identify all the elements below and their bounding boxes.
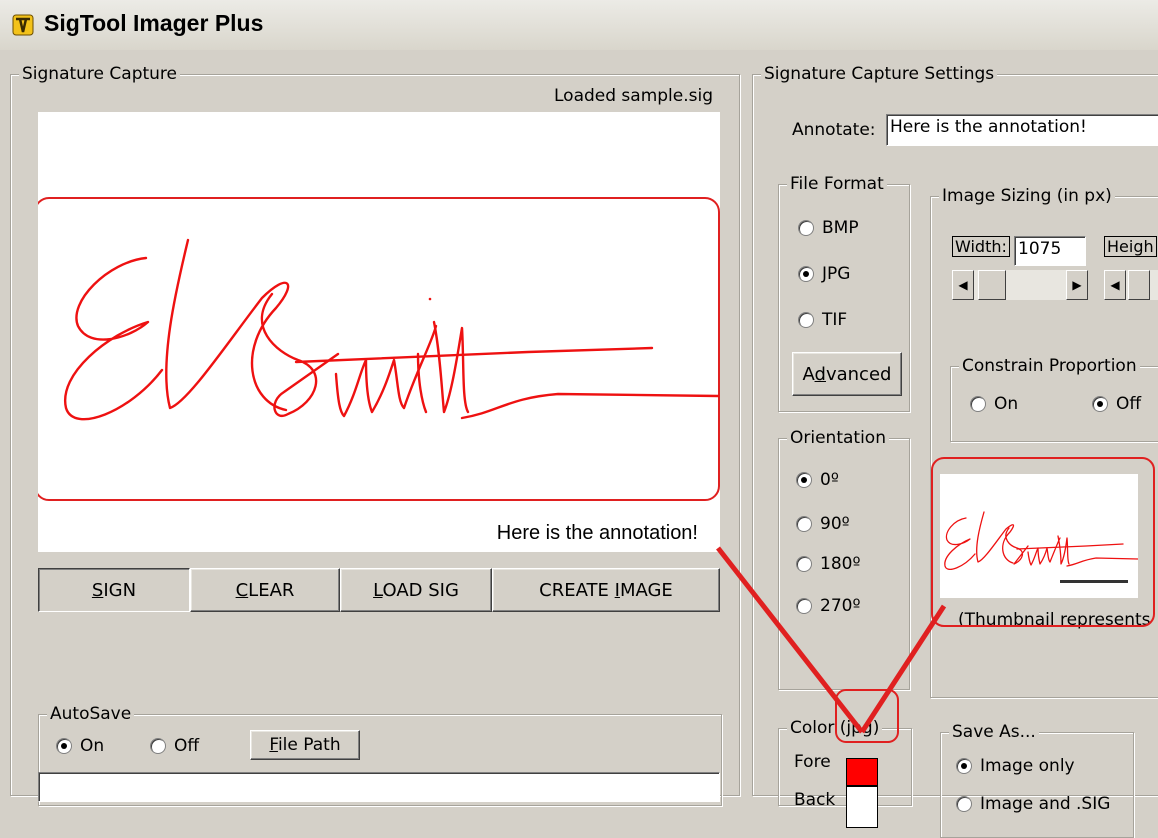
orientation-legend: Orientation	[787, 427, 889, 449]
format-bmp-label: BMP	[822, 218, 859, 238]
save-image-only-label: Image only	[980, 756, 1075, 776]
height-label: Heigh	[1104, 236, 1157, 257]
file-path-button[interactable]: File Path	[250, 730, 360, 760]
annotate-input[interactable]: Here is the annotation!	[886, 114, 1158, 146]
back-label: Back	[794, 790, 836, 810]
radio-dot-icon	[56, 738, 72, 754]
orientation-270-radio[interactable]: 270º	[796, 596, 860, 616]
autosave-on-radio[interactable]: On	[56, 736, 104, 756]
fore-color-swatch[interactable]	[846, 758, 878, 786]
clear-button[interactable]: CLEAR	[190, 568, 340, 612]
radio-dot-icon	[798, 266, 814, 282]
signature-capture-legend: Signature Capture	[19, 63, 181, 85]
load-sig-button[interactable]: LOAD SIG	[340, 568, 492, 612]
save-as-legend: Save As...	[949, 721, 1039, 743]
constrain-off-radio[interactable]: Off	[1092, 394, 1141, 414]
radio-dot-icon	[970, 396, 986, 412]
back-color-swatch[interactable]	[846, 786, 878, 828]
slider-right-arrow-icon[interactable]: ▶	[1066, 270, 1088, 300]
constrain-legend: Constrain Proportion	[959, 355, 1140, 377]
orientation-90-label: 90º	[820, 514, 850, 534]
file-path-button-label: File Path	[269, 735, 341, 755]
file-format-legend: File Format	[787, 173, 887, 195]
slider-left-arrow-icon[interactable]: ◀	[952, 270, 974, 300]
annotation-text: Here is the annotation!	[496, 522, 698, 544]
thumbnail-caption: (Thumbnail represents	[958, 610, 1151, 630]
constrain-off-label: Off	[1116, 394, 1142, 414]
slider-left-arrow-icon[interactable]: ◀	[1104, 270, 1126, 300]
window-title: SigTool Imager Plus	[44, 10, 264, 36]
radio-dot-icon	[956, 758, 972, 774]
clear-button-label: CLEAR	[235, 579, 295, 601]
settings-legend: Signature Capture Settings	[761, 63, 998, 85]
advanced-button-label: Advanced	[802, 363, 892, 385]
create-image-button[interactable]: CREATE IMAGE	[492, 568, 720, 612]
fore-label: Fore	[794, 752, 831, 772]
slider-thumb[interactable]	[978, 270, 1006, 300]
signature-pad[interactable]: Here is the annotation!	[38, 112, 720, 552]
title-bar: SigTool Imager Plus	[0, 0, 1158, 51]
radio-dot-icon	[956, 796, 972, 812]
app-logo-icon	[12, 14, 34, 36]
load-sig-button-label: LOAD SIG	[373, 579, 459, 601]
orientation-0-radio[interactable]: 0º	[796, 470, 839, 490]
radio-dot-icon	[796, 516, 812, 532]
sign-button-label: SIGN	[91, 579, 137, 601]
radio-dot-icon	[798, 312, 814, 328]
orientation-270-label: 270º	[820, 596, 861, 616]
format-jpg-radio[interactable]: JPG	[798, 264, 850, 284]
orientation-180-radio[interactable]: 180º	[796, 554, 860, 574]
autosave-legend: AutoSave	[47, 703, 135, 725]
thumbnail-signature-graphic	[944, 511, 1139, 583]
radio-dot-icon	[150, 738, 166, 754]
width-slider[interactable]: ◀ ▶	[952, 270, 1088, 300]
radio-dot-icon	[796, 472, 812, 488]
autosave-off-radio[interactable]: Off	[150, 736, 199, 756]
orientation-0-label: 0º	[820, 470, 839, 490]
signature-graphic	[38, 197, 720, 501]
radio-dot-icon	[798, 220, 814, 236]
color-legend: Color (jpg)	[787, 717, 883, 739]
height-slider[interactable]: ◀	[1104, 270, 1158, 300]
radio-dot-icon	[796, 598, 812, 614]
main-window-client: Signature Capture Loaded sample.sig Here…	[0, 50, 1158, 838]
annotate-label: Annotate:	[792, 120, 876, 140]
width-input[interactable]: 1075	[1014, 236, 1086, 266]
save-image-and-sig-label: Image and .SIG	[980, 794, 1111, 814]
autosave-path-field[interactable]	[38, 772, 720, 802]
autosave-on-label: On	[80, 736, 105, 756]
autosave-off-label: Off	[174, 736, 200, 756]
save-image-only-radio[interactable]: Image only	[956, 756, 1075, 776]
image-sizing-legend: Image Sizing (in px)	[939, 185, 1115, 207]
constrain-on-label: On	[994, 394, 1019, 414]
thumbnail-preview	[940, 474, 1139, 598]
constrain-on-radio[interactable]: On	[970, 394, 1018, 414]
sign-button[interactable]: SIGN	[38, 568, 190, 612]
slider-thumb[interactable]	[1128, 270, 1150, 300]
save-as-group: Save As...	[940, 721, 1134, 838]
orientation-180-label: 180º	[820, 554, 861, 574]
orientation-90-radio[interactable]: 90º	[796, 514, 850, 534]
status-label: Loaded sample.sig	[554, 86, 714, 106]
save-image-and-sig-radio[interactable]: Image and .SIG	[956, 794, 1110, 814]
format-tif-radio[interactable]: TIF	[798, 310, 847, 330]
advanced-button[interactable]: Advanced	[792, 352, 902, 396]
radio-dot-icon	[796, 556, 812, 572]
radio-dot-icon	[1092, 396, 1108, 412]
format-tif-label: TIF	[822, 310, 848, 330]
format-jpg-label: JPG	[822, 264, 851, 284]
format-bmp-radio[interactable]: BMP	[798, 218, 859, 238]
width-label: Width:	[952, 236, 1010, 257]
create-image-button-label: CREATE IMAGE	[539, 579, 673, 601]
